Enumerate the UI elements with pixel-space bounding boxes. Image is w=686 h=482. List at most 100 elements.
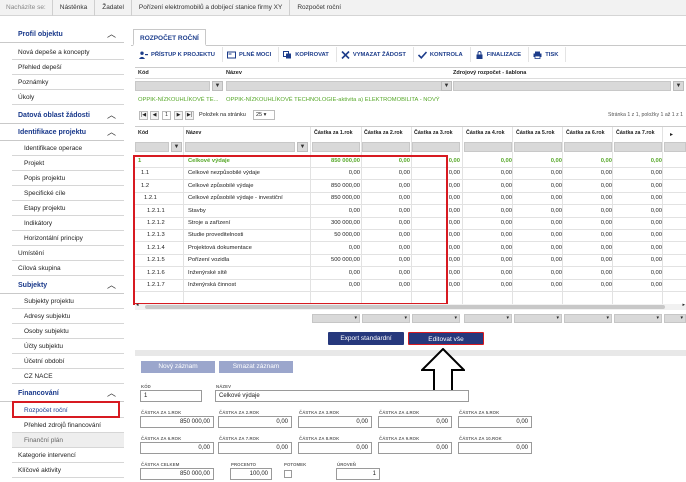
filter-icon[interactable]: ▼: [441, 81, 452, 91]
delete-record-button[interactable]: Smazat záznam: [219, 361, 293, 373]
sidebar-item[interactable]: Indikátory: [12, 216, 124, 231]
new-record-button[interactable]: Nový záznam: [141, 361, 215, 373]
filter-input-nazev[interactable]: [226, 81, 446, 91]
col-header-rok7[interactable]: Částka za 7.rok: [616, 127, 655, 140]
chevron-up-icon[interactable]: ︿: [107, 124, 116, 141]
sidebar-item[interactable]: Klíčové aktivity: [12, 463, 124, 478]
col-header-rok2[interactable]: Částka za 2.rok: [364, 127, 403, 140]
uroven-field[interactable]: 1: [336, 468, 380, 480]
col-header-kod[interactable]: Kód: [138, 127, 148, 140]
sidebar-item[interactable]: Přehled depeší: [12, 60, 124, 75]
chevron-up-icon[interactable]: ︿: [107, 385, 116, 402]
col-header-zdroj[interactable]: Zdrojový rozpočet - šablona: [453, 70, 526, 76]
prev-page-icon[interactable]: ◀: [150, 111, 159, 120]
kontrola-button[interactable]: KONTROLA: [414, 47, 471, 62]
breadcrumb-item-project[interactable]: Pořízení elektromobilů a dobíjecí stanic…: [130, 0, 289, 16]
year-10-field[interactable]: 0,00: [458, 442, 532, 454]
summary-select[interactable]: ▾: [312, 314, 360, 323]
filter-input-kod[interactable]: [135, 81, 210, 91]
plne-moci-button[interactable]: PLNÉ MOCI: [223, 47, 280, 62]
page-number[interactable]: 1: [162, 111, 171, 120]
next-page-icon[interactable]: ▶: [174, 111, 183, 120]
scroll-left-icon[interactable]: ◂: [136, 302, 139, 308]
col-header-rok6[interactable]: Částka za 6.rok: [566, 127, 605, 140]
table-row[interactable]: OPPIK-NÍZKOUHLÍKOVÉ TE... OPPIK-NÍZKOUHL…: [135, 95, 686, 106]
sidebar-section-financovani[interactable]: Financování ︿: [0, 385, 124, 402]
sidebar-item[interactable]: Účty subjektu: [12, 339, 124, 354]
col-header-rok5[interactable]: Částka za 5.rok: [516, 127, 555, 140]
filter-input-rok1[interactable]: [312, 142, 360, 152]
first-page-icon[interactable]: |◀: [139, 111, 148, 120]
filter-input-rok5[interactable]: [514, 142, 562, 152]
summary-select[interactable]: ▾: [514, 314, 562, 323]
filter-icon[interactable]: ▼: [212, 81, 223, 91]
sidebar-item[interactable]: Etapy projektu: [12, 201, 124, 216]
year-3-field[interactable]: 0,00: [298, 416, 372, 428]
horizontal-scrollbar[interactable]: ◂ ▸: [135, 302, 686, 310]
chevron-up-icon[interactable]: ︿: [107, 26, 116, 43]
sidebar-item[interactable]: Cílová skupina: [12, 261, 124, 276]
sidebar-section-datova-oblast[interactable]: Datová oblast žádosti ︿: [0, 107, 124, 124]
kod-field[interactable]: 1: [140, 390, 202, 402]
sidebar-section-subjekty[interactable]: Subjekty ︿: [0, 277, 124, 294]
year-6-field[interactable]: 0,00: [140, 442, 214, 454]
sidebar-item[interactable]: Úkoly: [12, 90, 124, 105]
sidebar-item[interactable]: Finanční plán: [12, 433, 124, 448]
scroll-right-icon[interactable]: ▸: [682, 302, 685, 308]
sidebar-item[interactable]: Horizontální principy: [12, 231, 124, 246]
summary-select[interactable]: ▾: [564, 314, 612, 323]
year-7-field[interactable]: 0,00: [218, 442, 292, 454]
chevron-up-icon[interactable]: ︿: [107, 277, 116, 294]
filter-input-rok4[interactable]: [464, 142, 512, 152]
sidebar-item[interactable]: CZ NACE: [12, 369, 124, 384]
summary-select[interactable]: ▾: [664, 314, 686, 323]
sidebar-item[interactable]: Identifikace operace: [12, 141, 124, 156]
export-standard-button[interactable]: Export standardní: [328, 332, 404, 345]
year-1-field[interactable]: 850 000,00: [140, 416, 214, 428]
sidebar-item[interactable]: Projekt: [12, 156, 124, 171]
year-8-field[interactable]: 0,00: [298, 442, 372, 454]
summary-select[interactable]: ▾: [614, 314, 662, 323]
sidebar-item[interactable]: Subjekty projektu: [12, 294, 124, 309]
edit-all-button[interactable]: Editovat vše: [408, 332, 484, 345]
year-9-field[interactable]: 0,00: [378, 442, 452, 454]
filter-icon[interactable]: ▼: [171, 142, 182, 152]
sidebar-item[interactable]: Přehled zdrojů financování: [12, 418, 124, 433]
summary-select[interactable]: ▾: [362, 314, 410, 323]
vymazat-zadost-button[interactable]: VYMAZAT ŽÁDOST: [337, 47, 414, 62]
filter-input-rok7[interactable]: [614, 142, 662, 152]
filter-input-rok6[interactable]: [564, 142, 612, 152]
filter-input-rok3[interactable]: [412, 142, 460, 152]
filter-input-nazev[interactable]: [185, 142, 295, 152]
procento-field[interactable]: 100,00: [230, 468, 272, 480]
col-header-kod[interactable]: Kód: [138, 70, 149, 76]
tisk-button[interactable]: TISK: [529, 47, 567, 62]
sidebar-section-profil[interactable]: Profil objektu ︿: [0, 26, 124, 43]
filter-icon[interactable]: ▼: [673, 81, 684, 91]
filter-input-kod[interactable]: [135, 142, 169, 152]
col-header-nazev[interactable]: Název: [186, 127, 201, 140]
kopirovat-button[interactable]: KOPÍROVAT: [279, 47, 337, 62]
per-page-select[interactable]: 25 ▾: [253, 110, 275, 120]
breadcrumb-item-zadatel[interactable]: Žadatel: [94, 0, 131, 16]
sidebar-item[interactable]: Specifické cíle: [12, 186, 124, 201]
nazev-field[interactable]: Celkové výdaje: [215, 390, 469, 402]
year-2-field[interactable]: 0,00: [218, 416, 292, 428]
summary-select[interactable]: ▾: [464, 314, 512, 323]
sidebar-item[interactable]: Adresy subjektu: [12, 309, 124, 324]
sidebar-item[interactable]: Poznámky: [12, 75, 124, 90]
celkem-field[interactable]: 850 000,00: [140, 468, 214, 480]
summary-select[interactable]: ▾: [412, 314, 460, 323]
year-4-field[interactable]: 0,00: [378, 416, 452, 428]
scrollbar-thumb[interactable]: [145, 305, 665, 309]
col-header-rok3[interactable]: Částka za 3.rok: [414, 127, 453, 140]
finalizace-button[interactable]: FINALIZACE: [471, 47, 530, 62]
chevron-up-icon[interactable]: ︿: [107, 107, 116, 124]
pristup-button[interactable]: PŘÍSTUP K PROJEKTU: [135, 47, 223, 62]
potomek-checkbox[interactable]: [284, 470, 292, 478]
sidebar-item[interactable]: Nová depeše a koncepty: [12, 45, 124, 60]
col-header-nazev[interactable]: Název: [226, 70, 242, 76]
sidebar-item[interactable]: Popis projektu: [12, 171, 124, 186]
more-columns-icon[interactable]: ▸: [670, 131, 673, 138]
year-5-field[interactable]: 0,00: [458, 416, 532, 428]
